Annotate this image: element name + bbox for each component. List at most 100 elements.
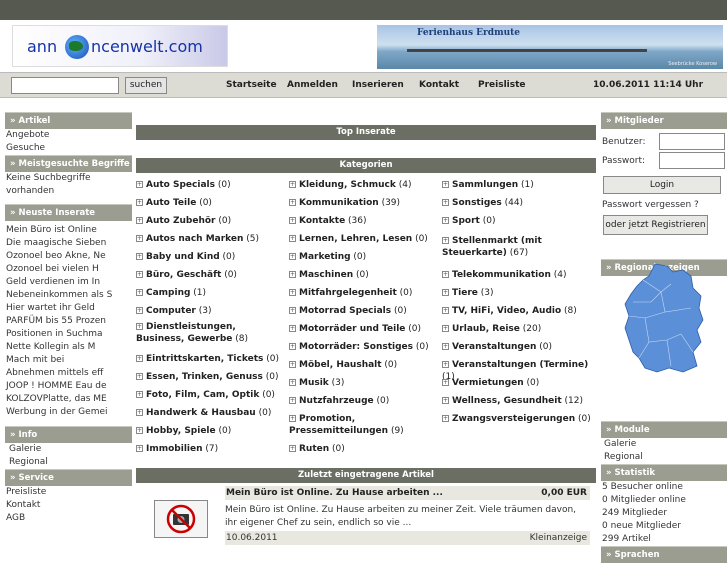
neuste-item[interactable]: Geld verdienen im In [5,276,132,289]
category-item[interactable]: + Maschinen (0) [289,269,439,281]
expand-icon[interactable]: + [136,253,143,260]
category-item[interactable]: + Urlaub, Reise (20) [442,323,597,335]
category-item[interactable]: + Motorräder: Sonstiges (0) [289,341,439,353]
expand-icon[interactable]: + [442,271,449,278]
expand-icon[interactable]: + [289,415,296,422]
forgot-password-link[interactable]: Passwort vergessen ? [602,200,699,210]
category-name[interactable]: Wellness, Gesundheit [452,396,562,406]
category-item[interactable]: + Ruten (0) [289,443,439,455]
category-item[interactable]: + Tiere (3) [442,287,597,299]
expand-icon[interactable]: + [289,307,296,314]
category-name[interactable]: Veranstaltungen [452,342,536,352]
germany-map[interactable] [621,262,707,374]
nav-startseite[interactable]: Startseite [226,80,277,90]
module-regional[interactable]: Regional [601,451,727,464]
expand-icon[interactable]: + [136,307,143,314]
neuste-item[interactable]: Abnehmen mittels eff [5,367,132,380]
link-regional[interactable]: Regional [5,456,132,469]
category-name[interactable]: Auto Teile [146,198,196,208]
category-item[interactable]: + Sonstiges (44) [442,197,597,209]
category-name[interactable]: Nutzfahrzeuge [299,396,374,406]
category-item[interactable]: + Büro, Geschäft (0) [136,269,286,281]
banner-ad[interactable]: Ferienhaus Erdmute Seebrücke Koserow [377,25,723,69]
category-item[interactable]: + Baby und Kind (0) [136,251,286,263]
category-name[interactable]: Auto Specials [146,180,215,190]
category-name[interactable]: Musik [299,378,329,388]
expand-icon[interactable]: + [289,217,296,224]
category-name[interactable]: Handwerk & Hausbau [146,408,256,418]
expand-icon[interactable]: + [442,343,449,350]
neuste-item[interactable]: JOOP ! HOMME Eau de [5,380,132,393]
category-name[interactable]: Sonstiges [452,198,502,208]
expand-icon[interactable]: + [136,355,143,362]
password-field[interactable] [659,152,725,169]
category-name[interactable]: Sport [452,216,480,226]
category-name[interactable]: Eintrittskarten, Tickets [146,354,263,364]
category-name[interactable]: Telekommunikation [452,270,551,280]
link-agb[interactable]: AGB [5,512,132,525]
category-name[interactable]: Mitfahrgelegenheit [299,288,397,298]
expand-icon[interactable]: + [289,325,296,332]
username-field[interactable] [659,133,725,150]
category-item[interactable]: + Telekommunikation (4) [442,269,597,281]
category-item[interactable]: + Kleidung, Schmuck (4) [289,179,439,191]
expand-icon[interactable]: + [289,379,296,386]
site-logo[interactable]: ann ncenwelt.com [12,25,228,67]
link-galerie[interactable]: Galerie [5,443,132,456]
nav-preisliste[interactable]: Preisliste [478,80,526,90]
category-name[interactable]: Sammlungen [452,180,518,190]
expand-icon[interactable]: + [442,237,449,244]
expand-icon[interactable]: + [136,235,143,242]
link-angebote[interactable]: Angebote [5,129,132,142]
expand-icon[interactable]: + [136,445,143,452]
neuste-item[interactable]: Die maagische Sieben [5,237,132,250]
nav-anmelden[interactable]: Anmelden [287,80,338,90]
category-name[interactable]: Ruten [299,444,329,454]
category-item[interactable]: + Marketing (0) [289,251,439,263]
category-item[interactable]: + Motorräder und Teile (0) [289,323,439,335]
category-item[interactable]: + Wellness, Gesundheit (12) [442,395,597,407]
category-item[interactable]: + Motorrad Specials (0) [289,305,439,317]
expand-icon[interactable]: + [136,409,143,416]
search-input[interactable] [11,77,119,94]
category-name[interactable]: Promotion, Pressemitteilungen [289,414,388,436]
neuste-item[interactable]: Werbung in der Gemei [5,406,132,419]
expand-icon[interactable]: + [136,373,143,380]
expand-icon[interactable]: + [136,199,143,206]
nav-kontakt[interactable]: Kontakt [419,80,459,90]
category-name[interactable]: Marketing [299,252,351,262]
category-item[interactable]: + Veranstaltungen (0) [442,341,597,353]
expand-icon[interactable]: + [136,323,143,330]
category-item[interactable]: + TV, HiFi, Video, Audio (8) [442,305,597,317]
expand-icon[interactable]: + [442,397,449,404]
category-item[interactable]: + Sport (0) [442,215,597,227]
login-button[interactable]: Login [603,176,721,194]
neuste-item[interactable]: Positionen in Suchma [5,328,132,341]
expand-icon[interactable]: + [442,199,449,206]
article-item[interactable]: Mein Büro ist Online. Zu Hause arbeiten … [136,483,596,547]
category-name[interactable]: Dienstleistungen, Business, Gewerbe [136,322,236,344]
neuste-item[interactable]: Ozonoel bei vielen H [5,263,132,276]
expand-icon[interactable]: + [136,217,143,224]
category-name[interactable]: Veranstaltungen (Termine) [452,360,588,370]
category-item[interactable]: + Dienstleistungen, Business, Gewerbe (8) [136,321,286,345]
expand-icon[interactable]: + [289,445,296,452]
category-name[interactable]: Vermietungen [452,378,524,388]
expand-icon[interactable]: + [442,415,449,422]
category-item[interactable]: + Promotion, Pressemitteilungen (9) [289,413,439,437]
link-preisliste[interactable]: Preisliste [5,486,132,499]
expand-icon[interactable]: + [136,427,143,434]
category-item[interactable]: + Camping (1) [136,287,286,299]
category-item[interactable]: + Stellenmarkt (mit Steuerkarte) (67) [442,235,597,259]
category-item[interactable]: + Sammlungen (1) [442,179,597,191]
category-item[interactable]: + Kommunikation (39) [289,197,439,209]
nav-inserieren[interactable]: Inserieren [352,80,404,90]
register-button[interactable]: oder jetzt Registrieren [603,215,708,235]
link-gesuche[interactable]: Gesuche [5,142,132,155]
category-name[interactable]: Urlaub, Reise [452,324,520,334]
category-name[interactable]: Maschinen [299,270,353,280]
category-item[interactable]: + Mitfahrgelegenheit (0) [289,287,439,299]
category-name[interactable]: Auto Zubehör [146,216,216,226]
expand-icon[interactable]: + [289,199,296,206]
category-name[interactable]: Zwangsversteigerungen [452,414,575,424]
